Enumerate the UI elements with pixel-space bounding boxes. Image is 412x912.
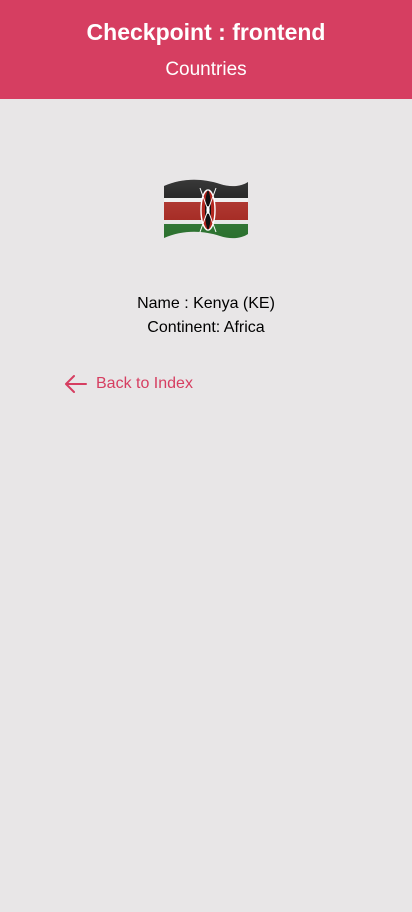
app-header: Checkpoint : frontend Countries bbox=[0, 0, 412, 99]
arrow-left-icon bbox=[64, 374, 88, 394]
back-link-label: Back to Index bbox=[96, 375, 193, 392]
country-name: Name : Kenya (KE) bbox=[137, 295, 275, 312]
country-details: Name : Kenya (KE) Continent: Africa bbox=[0, 292, 412, 340]
page-subtitle: Countries bbox=[165, 59, 247, 80]
kenya-flag-icon bbox=[162, 176, 250, 244]
page-title: Checkpoint : frontend bbox=[86, 19, 326, 45]
country-continent: Continent: Africa bbox=[147, 319, 265, 336]
back-to-index-link[interactable]: Back to Index bbox=[64, 372, 193, 396]
